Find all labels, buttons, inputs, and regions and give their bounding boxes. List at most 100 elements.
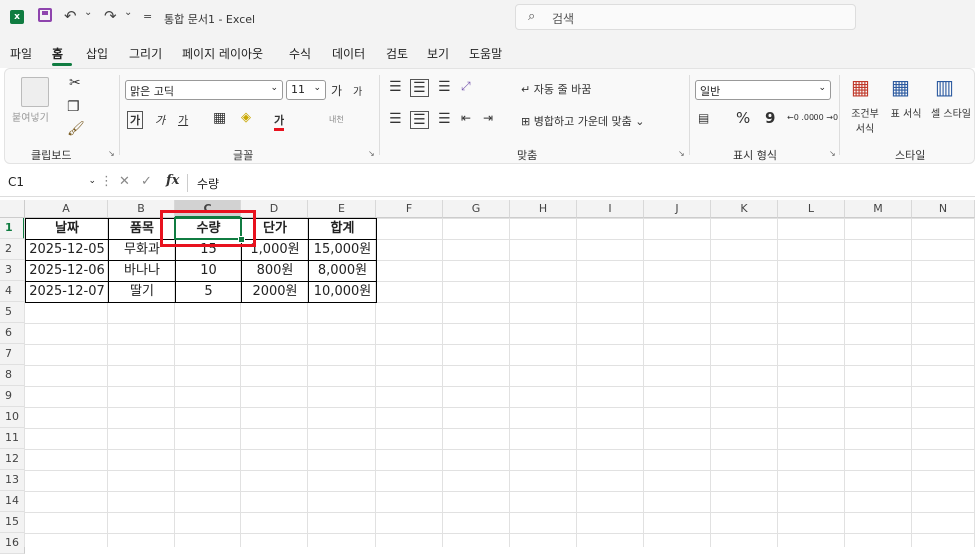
table-cell[interactable]: 2025-12-07 — [25, 281, 109, 303]
align-left-icon[interactable]: ☰ — [389, 111, 402, 127]
row-header-9[interactable]: 9 — [0, 386, 25, 407]
table-cell[interactable]: 2025-12-05 — [25, 239, 109, 261]
tab-data[interactable]: 데이터 — [332, 45, 365, 62]
conditional-format-button[interactable]: 조건부 서식 — [846, 105, 884, 135]
tab-draw[interactable]: 그리기 — [129, 45, 162, 62]
align-center-icon[interactable]: ☰ — [410, 111, 429, 129]
row-header-14[interactable]: 14 — [0, 491, 25, 512]
comma-button[interactable]: 9 — [765, 109, 775, 127]
tab-help[interactable]: 도움말 — [469, 45, 502, 62]
table-cell[interactable]: 2025-12-06 — [25, 260, 109, 282]
table-cell[interactable]: 10,000원 — [308, 281, 377, 303]
search-box[interactable]: ⌕ 검색 — [515, 4, 856, 30]
insert-function-icon[interactable]: fx — [166, 173, 179, 188]
column-header-i[interactable]: I — [577, 200, 644, 218]
table-header-cell[interactable]: 합계 — [308, 218, 377, 240]
shrink-font-button[interactable]: 가 — [353, 83, 362, 98]
decrease-indent-icon[interactable]: ⇤ — [461, 111, 471, 125]
cell-styles-button[interactable]: 셀 스타일 — [930, 105, 972, 120]
table-cell[interactable]: 2000원 — [241, 281, 309, 303]
tab-formulas[interactable]: 수식 — [289, 45, 311, 62]
italic-button[interactable]: 가 — [155, 112, 165, 128]
row-header-4[interactable]: 4 — [0, 281, 25, 302]
underline-button[interactable]: 가 — [178, 112, 188, 128]
name-box[interactable]: C1 ⌄ — [4, 172, 98, 194]
row-header-16[interactable]: 16 — [0, 533, 25, 554]
orientation-icon[interactable]: ⤢ — [461, 79, 471, 94]
table-cell[interactable]: 8,000원 — [308, 260, 377, 282]
row-header-8[interactable]: 8 — [0, 365, 25, 386]
tab-review[interactable]: 검토 — [386, 45, 408, 62]
column-header-m[interactable]: M — [845, 200, 912, 218]
cancel-icon[interactable]: ✕ — [119, 174, 130, 189]
column-header-f[interactable]: F — [376, 200, 443, 218]
redo-dropdown-icon[interactable]: ⌄ — [124, 7, 132, 18]
undo-dropdown-icon[interactable]: ⌄ — [84, 7, 92, 18]
cell-styles-icon[interactable]: ▥ — [935, 75, 954, 99]
align-right-icon[interactable]: ☰ — [438, 111, 451, 127]
border-icon[interactable]: ▦ — [213, 110, 226, 126]
select-all-button[interactable] — [0, 200, 25, 218]
column-header-n[interactable]: N — [912, 200, 975, 218]
table-cell[interactable]: 800원 — [241, 260, 309, 282]
font-launcher-icon[interactable]: ↘ — [368, 149, 375, 158]
save-icon[interactable] — [38, 8, 52, 22]
font-size-select[interactable]: 11 ⌄ — [286, 80, 326, 100]
table-cell[interactable]: 15,000원 — [308, 239, 377, 261]
column-header-k[interactable]: K — [711, 200, 778, 218]
format-table-button[interactable]: 표 서식 — [887, 105, 925, 120]
number-launcher-icon[interactable]: ↘ — [829, 149, 836, 158]
fill-color-icon[interactable]: ◈ — [241, 110, 251, 125]
undo-icon[interactable]: ↶ — [64, 7, 77, 25]
table-header-cell[interactable]: 날짜 — [25, 218, 109, 240]
font-name-select[interactable]: 맑은 고딕 ⌄ — [125, 80, 283, 100]
increase-indent-icon[interactable]: ⇥ — [483, 111, 493, 125]
table-cell[interactable]: 딸기 — [108, 281, 176, 303]
row-header-1[interactable]: 1 — [0, 218, 25, 239]
tab-view[interactable]: 보기 — [427, 45, 449, 62]
merge-center-button[interactable]: ⊞ 병합하고 가운데 맞춤 ⌄ — [521, 113, 645, 129]
table-cell[interactable]: 5 — [175, 281, 242, 303]
align-bottom-icon[interactable]: ☰ — [438, 79, 451, 95]
tab-home[interactable]: 홈 — [52, 45, 63, 62]
enter-icon[interactable]: ✓ — [141, 174, 152, 189]
bold-button[interactable]: 가 — [127, 111, 144, 129]
alignment-launcher-icon[interactable]: ↘ — [678, 149, 685, 158]
row-header-3[interactable]: 3 — [0, 260, 25, 281]
tab-page-layout[interactable]: 페이지 레이아웃 — [182, 45, 263, 62]
table-cell[interactable]: 10 — [175, 260, 242, 282]
grow-font-button[interactable]: 가 — [331, 82, 342, 99]
row-header-5[interactable]: 5 — [0, 302, 25, 323]
font-color-button[interactable]: 가 — [274, 112, 285, 131]
tab-file[interactable]: 파일 — [10, 45, 32, 62]
redo-icon[interactable]: ↷ — [104, 7, 117, 25]
accounting-format-icon[interactable]: ▤ — [698, 111, 709, 125]
formula-input[interactable]: 수량 — [197, 175, 219, 192]
increase-decimal-button[interactable]: ←0 .00 — [787, 113, 814, 122]
scissors-icon[interactable]: ✂ — [69, 75, 81, 91]
column-header-e[interactable]: E — [308, 200, 376, 218]
row-header-7[interactable]: 7 — [0, 344, 25, 365]
column-header-g[interactable]: G — [443, 200, 510, 218]
align-top-icon[interactable]: ☰ — [389, 79, 402, 95]
copy-icon[interactable]: ❐ — [67, 99, 80, 115]
row-header-12[interactable]: 12 — [0, 449, 25, 470]
customize-toolbar-icon[interactable]: = — [143, 10, 152, 23]
row-header-13[interactable]: 13 — [0, 470, 25, 491]
paste-button[interactable]: 붙여넣기 — [12, 109, 49, 124]
brush-icon[interactable]: 🖌 — [67, 121, 85, 137]
row-header-2[interactable]: 2 — [0, 239, 25, 260]
column-header-a[interactable]: A — [25, 200, 108, 218]
worksheet-grid[interactable]: ABCDEFGHIJKLMN 1 2 3 4 5 6 7 8 9 10 11 12 13 14 15 16 날… — [0, 200, 975, 554]
column-header-l[interactable]: L — [778, 200, 845, 218]
number-format-select[interactable]: 일반 ⌄ — [695, 80, 831, 100]
conditional-format-icon[interactable]: ▦ — [851, 75, 870, 99]
column-header-j[interactable]: J — [644, 200, 711, 218]
paste-icon[interactable] — [21, 77, 49, 107]
percent-button[interactable]: % — [736, 109, 750, 127]
phonetic-button[interactable]: 내천 — [329, 114, 344, 125]
column-header-h[interactable]: H — [510, 200, 577, 218]
tab-insert[interactable]: 삽입 — [86, 45, 108, 62]
wrap-text-button[interactable]: ↵ 자동 줄 바꿈 — [521, 81, 591, 97]
row-header-11[interactable]: 11 — [0, 428, 25, 449]
